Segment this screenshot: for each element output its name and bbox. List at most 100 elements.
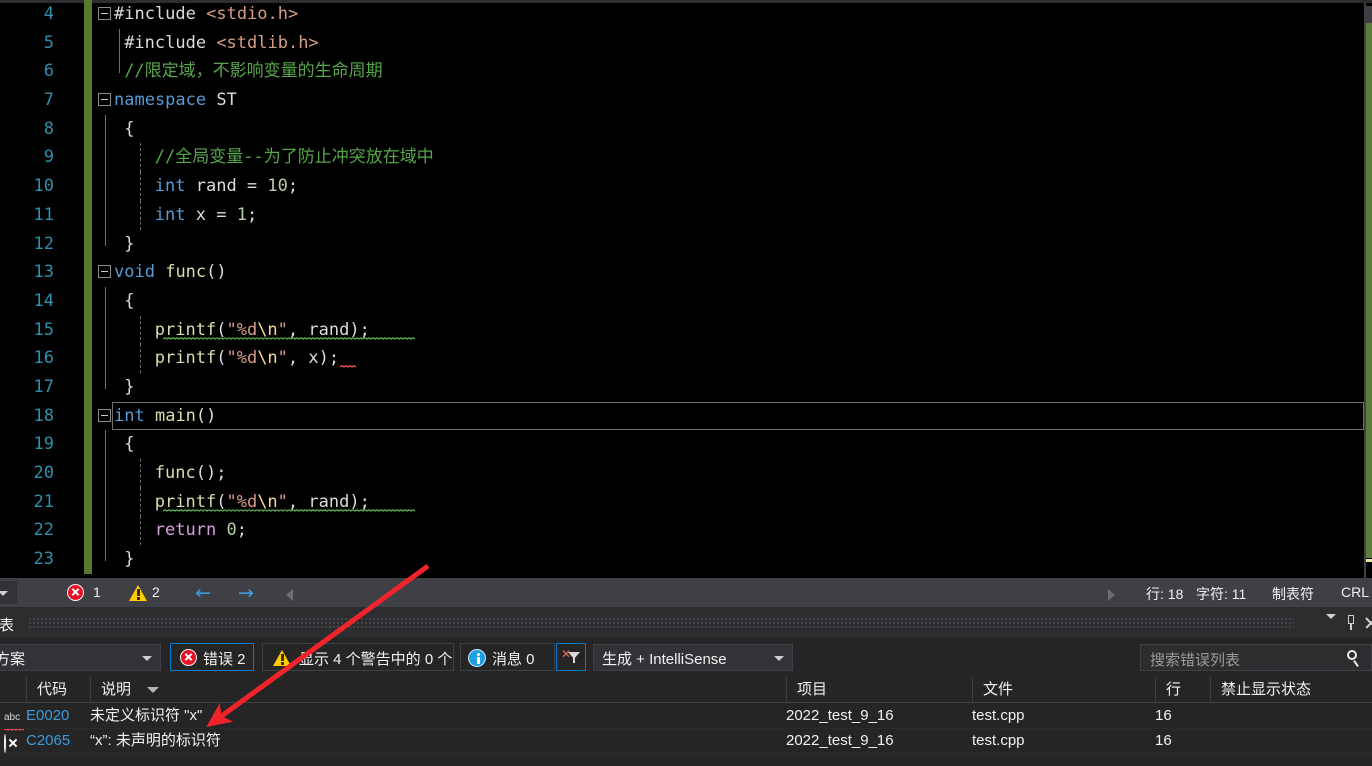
column-header-code[interactable]: 代码 — [26, 677, 90, 702]
code-text: func(); — [155, 459, 227, 488]
search-icon[interactable] — [1346, 649, 1363, 668]
line-number: 16 — [0, 344, 54, 373]
code-line[interactable]: 10int rand = 10; — [0, 172, 1372, 201]
icon-column-header[interactable] — [0, 677, 26, 702]
cell-line: 16 — [1155, 728, 1172, 753]
line-number: 7 — [0, 86, 54, 115]
panel-menu-chevron-down-icon[interactable] — [1326, 619, 1336, 637]
line-number: 22 — [0, 516, 54, 545]
collapse-left-icon[interactable] — [286, 589, 293, 601]
code-line[interactable]: 6//限定域，不影响变量的生命周期 — [0, 57, 1372, 86]
expand-right-icon[interactable] — [1108, 589, 1115, 601]
sort-descending-icon[interactable] — [147, 687, 159, 693]
navigate-back-icon[interactable]: ← — [195, 585, 211, 602]
code-line[interactable]: 19{ — [0, 430, 1372, 459]
column-header-project[interactable]: 项目 — [786, 677, 972, 702]
error-x-icon — [4, 728, 6, 753]
collapse-toggle-icon[interactable] — [98, 409, 111, 422]
change-indicator-bar — [84, 86, 92, 115]
code-line[interactable]: 11int x = 1; — [0, 201, 1372, 230]
code-editor[interactable]: 4 #include <stdio.h>5#include <stdlib.h>6… — [0, 0, 1372, 578]
code-line[interactable]: 14{ — [0, 287, 1372, 316]
line-number: 17 — [0, 373, 54, 402]
collapse-toggle-icon[interactable] — [98, 93, 111, 106]
code-line[interactable]: 18int main() — [0, 402, 1372, 431]
block-bracket-line — [105, 545, 106, 561]
status-tab-mode[interactable]: 制表符 — [1272, 584, 1314, 604]
column-header-file[interactable]: 文件 — [972, 677, 1155, 702]
indent-guide — [140, 459, 141, 488]
scrollbar-marker — [1366, 559, 1372, 562]
clear-filter-button[interactable]: ✕ — [556, 643, 586, 671]
status-line-number: 行: 18 — [1146, 584, 1183, 604]
indent-guide — [140, 316, 141, 345]
code-line[interactable]: 9 //全局变量--为了防止冲突放在域中 — [0, 143, 1372, 172]
column-header-desc[interactable]: 说明 — [90, 677, 786, 702]
indent-guide — [140, 201, 141, 230]
column-header-label: 行 — [1166, 681, 1181, 698]
cell-code[interactable]: C2065 — [26, 728, 70, 753]
change-indicator-bar — [84, 430, 92, 459]
search-placeholder: 搜索错误列表 — [1150, 649, 1240, 670]
code-line[interactable]: 8{ — [0, 115, 1372, 144]
table-row[interactable]: abcE0020未定义标识符 "x"2022_test_9_16test.cpp… — [0, 703, 1372, 728]
code-line[interactable]: 7 namespace ST — [0, 86, 1372, 115]
change-indicator-bar — [84, 201, 92, 230]
code-line[interactable]: 4 #include <stdio.h> — [0, 0, 1372, 29]
search-error-list-input[interactable]: 搜索错误列表 — [1140, 644, 1372, 671]
code-line[interactable]: 15printf("%d\n", rand); — [0, 316, 1372, 345]
warnings-filter-toggle[interactable]: 显示 4 个警告中的 0 个 — [262, 643, 454, 671]
build-filter-combo[interactable]: 生成 + IntelliSense — [593, 644, 793, 671]
table-row[interactable]: C2065“x”: 未声明的标识符2022_test_9_16test.cpp1… — [0, 728, 1372, 753]
cell-line: 16 — [1155, 703, 1172, 728]
change-indicator-bar — [84, 373, 92, 402]
code-line[interactable]: 22return 0; — [0, 516, 1372, 545]
change-indicator-bar — [84, 115, 92, 144]
code-line[interactable]: 21printf("%d\n", rand); — [0, 488, 1372, 517]
errors-filter-toggle[interactable]: 错误 2 — [170, 643, 254, 671]
code-line[interactable]: 13void func() — [0, 258, 1372, 287]
column-header-suppression[interactable]: 禁止显示状态 — [1210, 677, 1372, 702]
change-indicator-bar — [84, 516, 92, 545]
block-bracket-line — [105, 488, 106, 517]
code-line[interactable]: 5#include <stdlib.h> — [0, 29, 1372, 58]
code-line[interactable]: 23} — [0, 545, 1372, 574]
scrollbar-thumb[interactable] — [1366, 23, 1372, 558]
collapse-toggle-icon[interactable] — [98, 7, 111, 20]
line-number: 4 — [0, 0, 54, 29]
scope-filter-combo[interactable]: 解决方案 — [0, 644, 161, 671]
line-number: 9 — [0, 143, 54, 172]
error-list-column-headers[interactable]: 代码说明项目文件行 禁止显示状态 — [0, 677, 1372, 703]
line-number: 5 — [0, 29, 54, 58]
code-text: } — [124, 373, 134, 402]
block-bracket-line — [105, 516, 106, 545]
messages-filter-toggle[interactable]: 消息 0 — [460, 643, 555, 671]
code-line[interactable]: 20func(); — [0, 459, 1372, 488]
code-lines-container[interactable]: 4 #include <stdio.h>5#include <stdlib.h>6… — [0, 0, 1372, 574]
column-header-line[interactable]: 行 — [1155, 677, 1210, 702]
status-line-ending[interactable]: CRL — [1341, 584, 1369, 600]
chevron-down-icon — [142, 656, 152, 661]
collapse-toggle-icon[interactable] — [98, 265, 111, 278]
code-text: //全局变量--为了防止冲突放在域中 — [155, 143, 434, 172]
block-bracket-line — [105, 373, 106, 389]
intellisense-abc-icon: abc — [4, 703, 26, 728]
status-navigation-combo[interactable]: 6 — [0, 580, 18, 605]
code-line[interactable]: 12} — [0, 230, 1372, 259]
indent-guide — [140, 344, 141, 373]
code-line[interactable]: 17} — [0, 373, 1372, 402]
navigate-forward-icon[interactable]: → — [238, 585, 254, 602]
block-bracket-line — [105, 316, 106, 345]
line-number: 6 — [0, 57, 54, 86]
row-divider — [0, 753, 1372, 754]
indent-guide — [140, 143, 141, 172]
editor-vertical-scrollbar[interactable] — [1366, 3, 1372, 578]
error-list-panel: 列表 解决方案 错误 2 显示 — [0, 609, 1372, 766]
cell-code[interactable]: E0020 — [26, 703, 69, 728]
code-line[interactable]: 16 printf("%d\n", x); — [0, 344, 1372, 373]
code-text: printf("%d\n", x); — [155, 344, 339, 373]
code-text: #include <stdio.h> — [114, 0, 298, 29]
change-indicator-bar — [84, 545, 92, 574]
code-text: namespace ST — [114, 86, 237, 115]
panel-drag-grip[interactable] — [28, 617, 1294, 628]
